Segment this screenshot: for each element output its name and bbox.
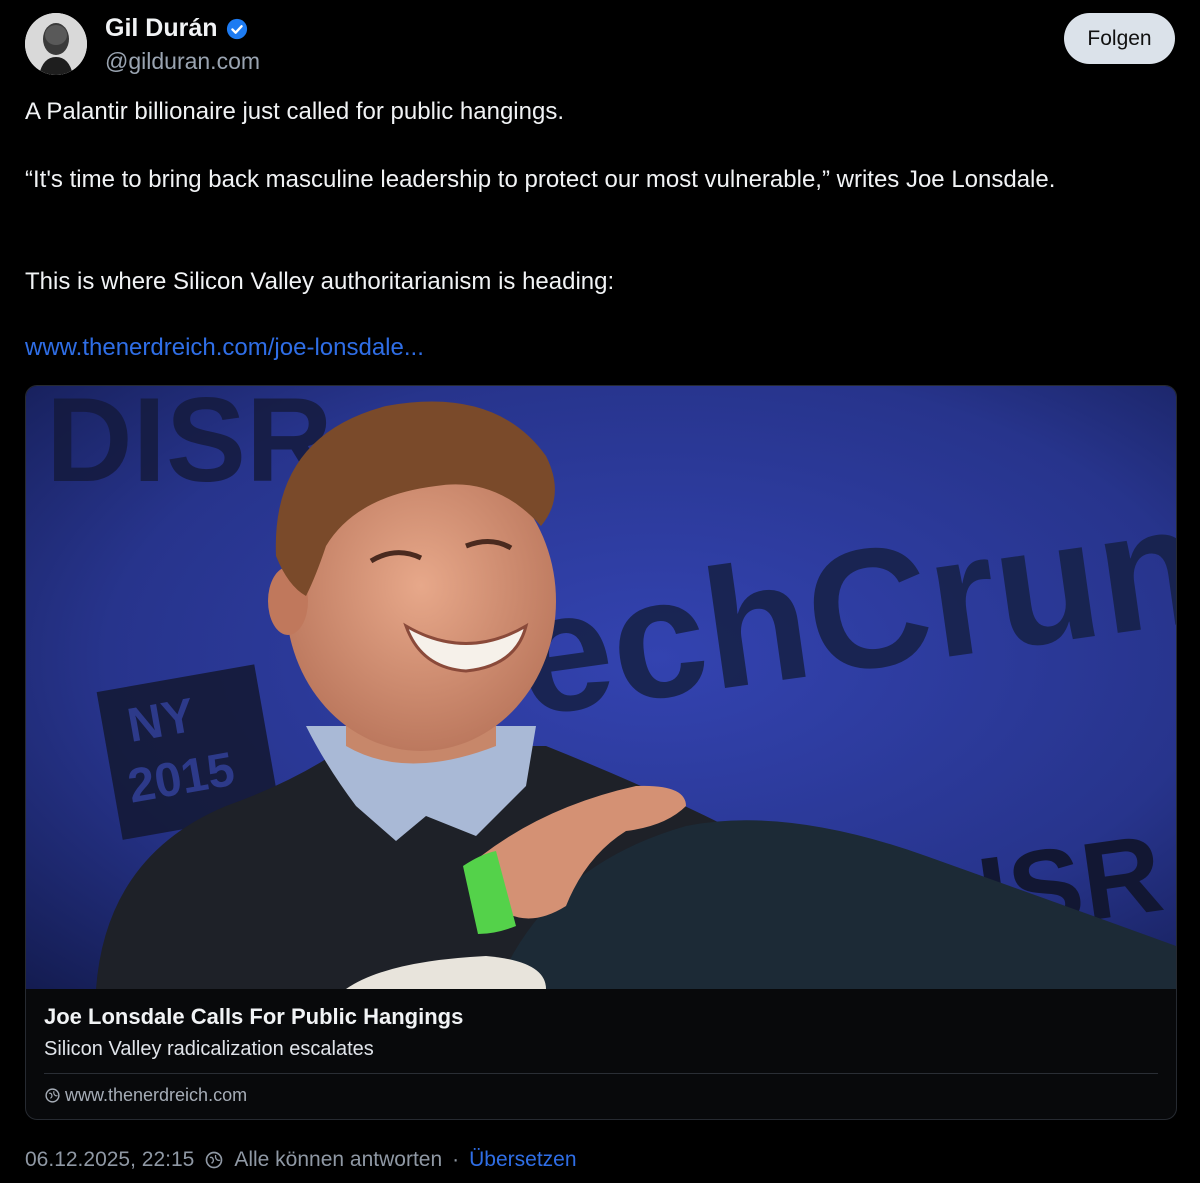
meta-separator: ·	[452, 1148, 460, 1171]
verified-badge-icon	[226, 18, 247, 39]
avatar-photo	[25, 13, 87, 75]
author-name[interactable]: Gil Durán	[105, 14, 218, 43]
author-avatar[interactable]	[25, 13, 87, 75]
card-title[interactable]: Joe Lonsdale Calls For Public Hangings	[44, 1004, 463, 1030]
post-paragraph-2: “It's time to bring back masculine leade…	[25, 166, 1056, 193]
globe-icon	[45, 1088, 60, 1103]
post-paragraph-3: This is where Silicon Valley authoritari…	[25, 268, 615, 295]
card-divider	[44, 1073, 1158, 1074]
follow-button[interactable]: Folgen	[1064, 13, 1175, 64]
author-name-row: Gil Durán	[105, 14, 248, 43]
card-image: DISR echCrun NY 2015 DISR	[26, 386, 1176, 989]
card-description: Silicon Valley radicalization escalates	[44, 1038, 374, 1060]
post-paragraph-1: A Palantir billionaire just called for p…	[25, 98, 564, 125]
card-domain-row: www.thenerdreich.com	[44, 1085, 247, 1106]
card-domain: www.thenerdreich.com	[65, 1085, 248, 1105]
post-timestamp[interactable]: 06.12.2025, 22:15	[25, 1148, 194, 1172]
post-link[interactable]: www.thenerdreich.com/joe-lonsdale...	[25, 334, 424, 362]
post-meta: 06.12.2025, 22:15 Alle können antworten …	[25, 1148, 577, 1172]
link-preview-card[interactable]: DISR echCrun NY 2015 DISR Joe Lonsdale C…	[25, 385, 1177, 1120]
author-handle[interactable]: @gilduran.com	[105, 48, 260, 75]
globe-icon	[205, 1151, 223, 1169]
reply-setting[interactable]: Alle können antworten	[234, 1148, 442, 1172]
translate-link[interactable]: Übersetzen	[469, 1148, 576, 1172]
